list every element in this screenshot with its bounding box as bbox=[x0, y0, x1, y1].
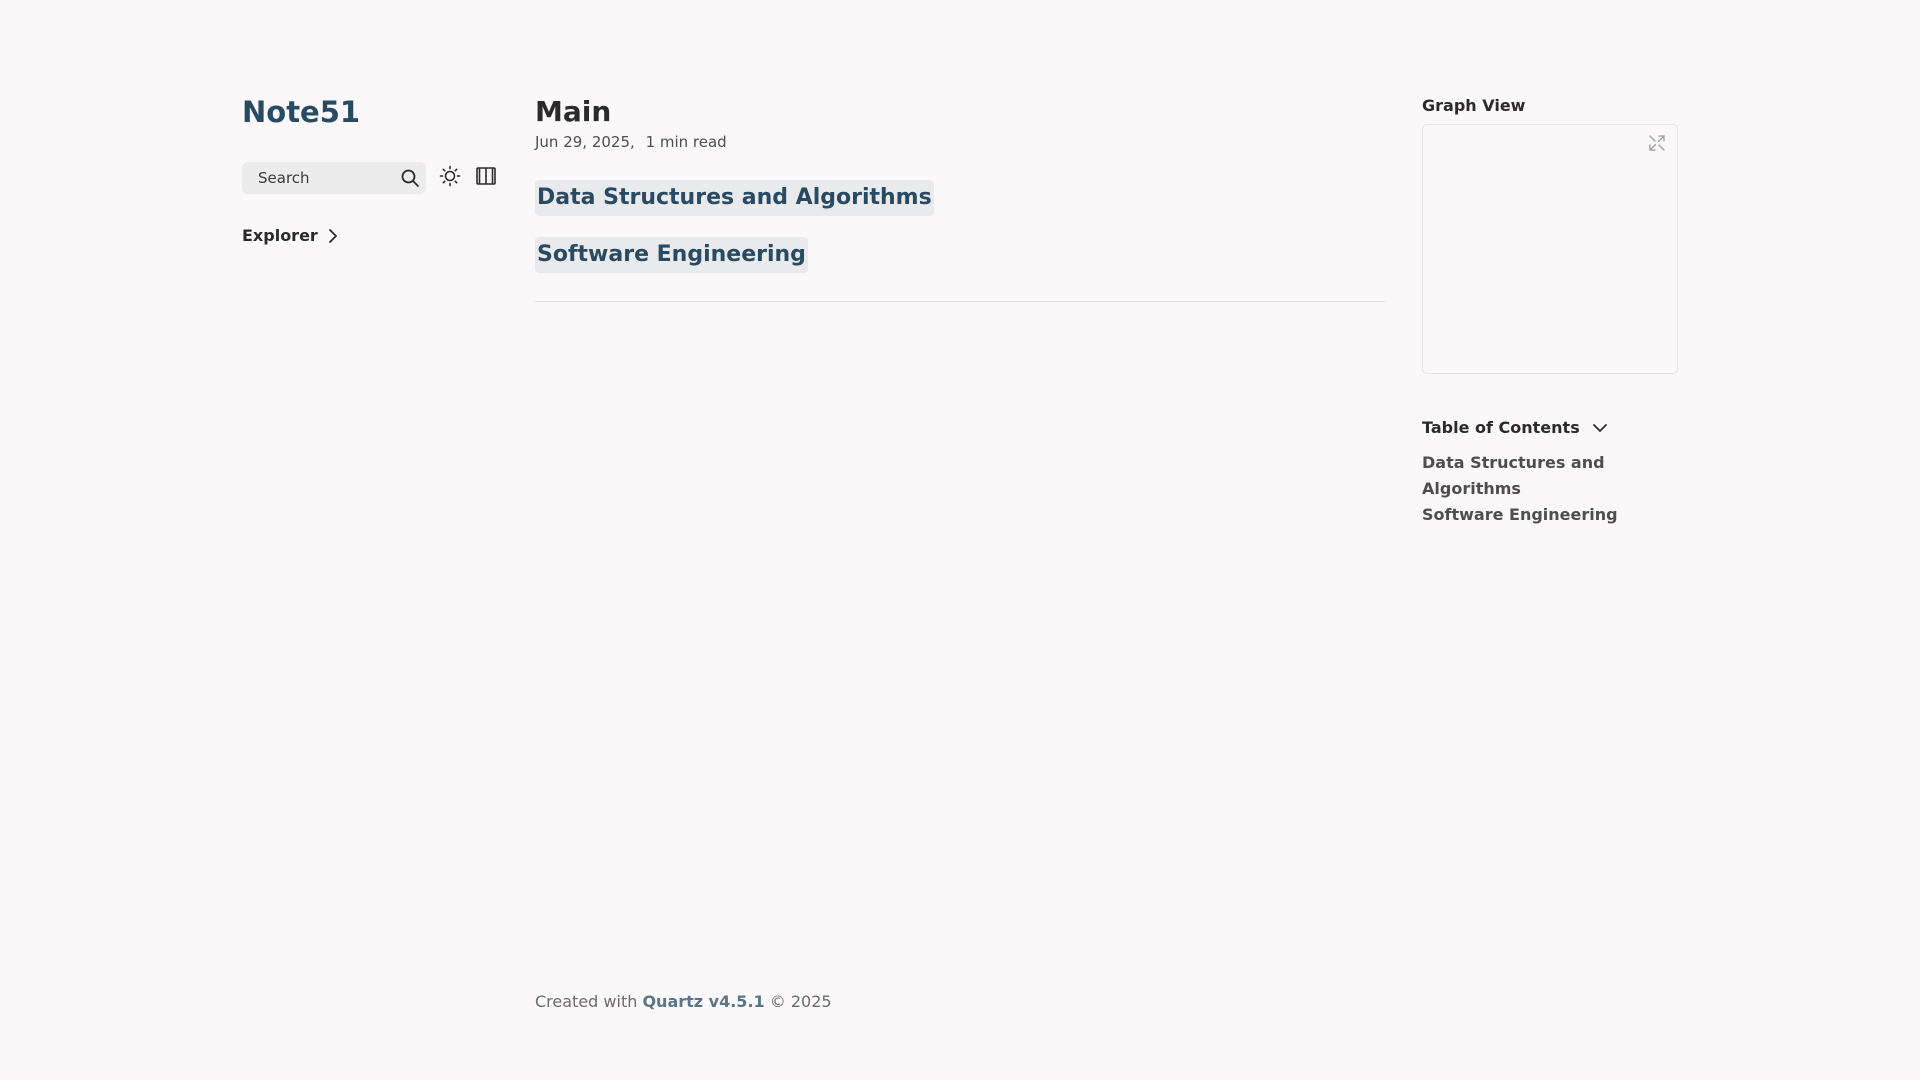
link-software-engineering[interactable]: Software Engineering bbox=[535, 237, 808, 273]
site-title[interactable]: Note51 bbox=[242, 92, 360, 132]
footer-quartz-link[interactable]: Quartz v4.5.1 bbox=[642, 992, 764, 1011]
left-sidebar: Note51 Search Explorer bbox=[242, 92, 512, 245]
list-item: Data Structures and Algorithms bbox=[535, 180, 1385, 216]
chevron-down-icon bbox=[1592, 421, 1608, 435]
table-of-contents: Table of Contents Data Structures and Al… bbox=[1422, 418, 1680, 528]
search-bar[interactable]: Search bbox=[242, 162, 426, 194]
page-title: Main bbox=[535, 95, 612, 128]
article-date: Jun 29, 2025, bbox=[535, 133, 635, 151]
toc-item-data-structures-and-algorithms[interactable]: Data Structures and Algorithms bbox=[1422, 450, 1680, 502]
toolbar: Search bbox=[242, 162, 512, 194]
graph-view-title: Graph View bbox=[1422, 96, 1526, 115]
sun-icon bbox=[439, 165, 461, 191]
footer-prefix: Created with bbox=[535, 992, 638, 1011]
list-item: Software Engineering bbox=[535, 237, 1385, 273]
toc-title: Table of Contents bbox=[1422, 418, 1580, 437]
reader-mode-button[interactable] bbox=[474, 166, 498, 190]
theme-toggle-button[interactable] bbox=[438, 165, 462, 191]
explorer-label: Explorer bbox=[242, 226, 318, 245]
book-icon bbox=[475, 165, 497, 191]
toc-list: Data Structures and Algorithms Software … bbox=[1422, 450, 1680, 528]
main-content: Main Jun 29, 2025, 1 min read Data Struc… bbox=[535, 92, 1385, 302]
toc-item-software-engineering[interactable]: Software Engineering bbox=[1422, 502, 1680, 528]
article-links: Data Structures and Algorithms Software … bbox=[535, 180, 1385, 273]
graph-view-canvas[interactable] bbox=[1422, 124, 1678, 374]
expand-icon[interactable] bbox=[1647, 133, 1667, 153]
explorer-toggle[interactable]: Explorer bbox=[242, 226, 512, 245]
link-data-structures-and-algorithms[interactable]: Data Structures and Algorithms bbox=[535, 180, 934, 216]
right-sidebar: Graph View Table of Contents Data Struct… bbox=[1422, 96, 1680, 528]
search-icon bbox=[400, 168, 420, 188]
chevron-right-icon bbox=[326, 228, 340, 244]
search-label: Search bbox=[258, 169, 310, 187]
article-meta: Jun 29, 2025, 1 min read bbox=[535, 132, 1385, 152]
footer: Created with Quartz v4.5.1 © 2025 bbox=[535, 992, 832, 1012]
content-divider bbox=[535, 301, 1385, 302]
article-read-time: 1 min read bbox=[645, 133, 727, 151]
page: Note51 Search Explorer Main Jun 29, 2025… bbox=[0, 0, 1920, 1080]
footer-copyright: © 2025 bbox=[769, 992, 832, 1011]
toc-toggle[interactable]: Table of Contents bbox=[1422, 418, 1680, 438]
